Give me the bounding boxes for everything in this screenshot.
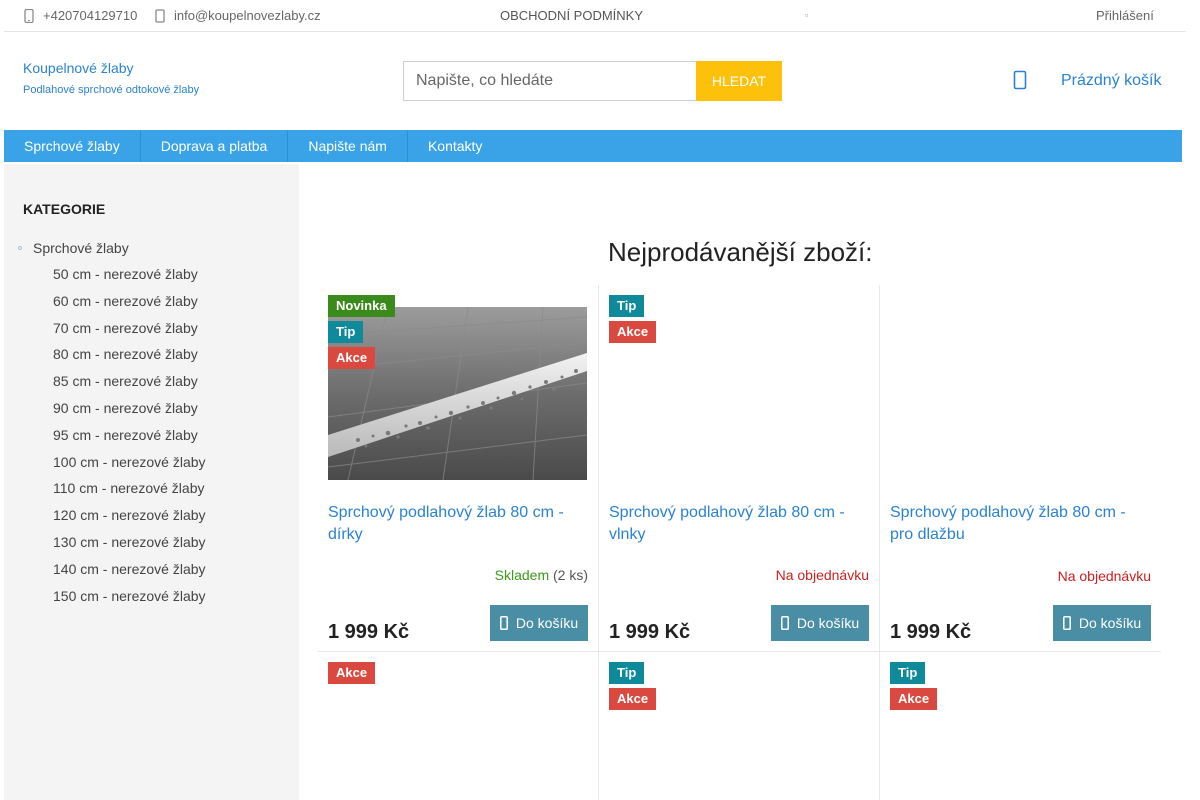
product-card: Akce bbox=[318, 652, 599, 800]
availability: Na objednávku bbox=[1058, 568, 1151, 584]
flag-tip: Tip bbox=[890, 662, 926, 684]
add-to-cart-label: Do košíku bbox=[1078, 615, 1142, 631]
logo-subtitle[interactable]: Podlahové sprchové odtokové žlaby bbox=[23, 84, 199, 96]
product-flags: Novinka Tip Akce bbox=[328, 295, 395, 373]
product-flags: Tip Akce bbox=[609, 295, 657, 347]
availability-status: Skladem bbox=[494, 567, 550, 583]
product-price: 1 999 Kč bbox=[890, 621, 972, 643]
flag-novinka: Novinka bbox=[328, 295, 395, 317]
subcategory-item[interactable]: 150 cm - nerezové žlaby bbox=[53, 586, 206, 613]
subcategory-item[interactable]: 95 cm - nerezové žlaby bbox=[53, 425, 206, 452]
category-main-label: Sprchové žlaby bbox=[33, 240, 129, 256]
product-flags: Tip Akce bbox=[890, 662, 938, 714]
availability-quantity: (2 ks) bbox=[553, 567, 588, 583]
flag-tip: Tip bbox=[609, 662, 645, 684]
terms-link[interactable]: OBCHODNÍ PODMÍNKY bbox=[500, 8, 643, 23]
cart-link[interactable]: Prázdný košík bbox=[1061, 72, 1161, 90]
flag-akce: Akce bbox=[890, 688, 938, 710]
product-flags: Tip Akce bbox=[609, 662, 657, 714]
bullet-icon bbox=[18, 246, 22, 250]
add-to-cart-button[interactable]: Do košíku bbox=[1053, 605, 1151, 641]
product-card: Tip Akce bbox=[880, 652, 1161, 800]
cart-small-icon bbox=[780, 616, 789, 630]
nav-item-doprava-a-platba[interactable]: Doprava a platba bbox=[141, 130, 289, 162]
category-main[interactable]: Sprchové žlaby bbox=[18, 240, 129, 256]
product-card: Novinka Tip Akce Sprchový podlahový žlab… bbox=[318, 285, 599, 651]
flag-tip: Tip bbox=[609, 295, 645, 317]
subcategory-item[interactable]: 50 cm - nerezové žlaby bbox=[53, 264, 206, 291]
subcategory-item[interactable]: 140 cm - nerezové žlaby bbox=[53, 559, 206, 586]
envelope-icon bbox=[155, 8, 165, 23]
sidebar-title: KATEGORIE bbox=[23, 201, 106, 217]
flag-akce: Akce bbox=[609, 321, 657, 343]
main-nav: Sprchové žlaby Doprava a platba Napište … bbox=[4, 130, 1182, 162]
flag-akce: Akce bbox=[609, 688, 657, 710]
email-address: info@koupelnovezlaby.cz bbox=[174, 8, 321, 23]
subcategory-item[interactable]: 130 cm - nerezové žlaby bbox=[53, 532, 206, 559]
phone-link[interactable]: +420704129710 bbox=[23, 8, 137, 23]
flag-akce: Akce bbox=[328, 662, 376, 684]
phone-icon bbox=[24, 8, 34, 23]
product-name-link[interactable]: Sprchový podlahový žlab 80 cm - pro dlaž… bbox=[890, 502, 1145, 546]
cart-icon[interactable] bbox=[1013, 70, 1027, 90]
product-card: Tip Akce bbox=[599, 652, 880, 800]
add-to-cart-label: Do košíku bbox=[796, 615, 860, 631]
add-to-cart-button[interactable]: Do košíku bbox=[771, 605, 869, 641]
subcategory-item[interactable]: 90 cm - nerezové žlaby bbox=[53, 398, 206, 425]
search-input[interactable] bbox=[403, 61, 697, 101]
email-link[interactable]: info@koupelnovezlaby.cz bbox=[154, 8, 321, 23]
subcategory-item[interactable]: 85 cm - nerezové žlaby bbox=[53, 371, 206, 398]
social-icon[interactable]: ▫ bbox=[805, 10, 808, 20]
section-title: Nejprodávanější zboží: bbox=[608, 237, 873, 267]
add-to-cart-label: Do košíku bbox=[515, 615, 579, 631]
product-card: Tip Akce Sprchový podlahový žlab 80 cm -… bbox=[599, 285, 880, 651]
add-to-cart-button[interactable]: Do košíku bbox=[490, 605, 588, 641]
nav-item-sprchove-zlaby[interactable]: Sprchové žlaby bbox=[4, 130, 141, 162]
subcategory-item[interactable]: 120 cm - nerezové žlaby bbox=[53, 505, 206, 532]
subcategory-item[interactable]: 100 cm - nerezové žlaby bbox=[53, 452, 206, 479]
nav-item-kontakty[interactable]: Kontakty bbox=[408, 130, 502, 162]
nav-item-napiste-nam[interactable]: Napište nám bbox=[288, 130, 408, 162]
availability: Skladem (2 ks) bbox=[495, 567, 588, 583]
cart-small-icon bbox=[1062, 616, 1071, 630]
logo-title[interactable]: Koupelnové žlaby bbox=[23, 60, 134, 76]
product-card: Sprchový podlahový žlab 80 cm - pro dlaž… bbox=[880, 285, 1161, 651]
subcategory-list: 50 cm - nerezové žlaby 60 cm - nerezové … bbox=[53, 264, 206, 612]
subcategory-item[interactable]: 60 cm - nerezové žlaby bbox=[53, 291, 206, 318]
search-button[interactable]: HLEDAT bbox=[696, 61, 782, 101]
login-link[interactable]: Přihlášení bbox=[1096, 8, 1154, 23]
flag-akce: Akce bbox=[328, 347, 376, 369]
cart-small-icon bbox=[499, 616, 508, 630]
availability: Na objednávku bbox=[776, 567, 869, 583]
subcategory-item[interactable]: 80 cm - nerezové žlaby bbox=[53, 344, 206, 371]
availability-status: Na objednávku bbox=[1057, 568, 1151, 584]
product-name-link[interactable]: Sprchový podlahový žlab 80 cm - vlnky bbox=[609, 502, 864, 546]
phone-number: +420704129710 bbox=[43, 8, 138, 23]
product-name-link[interactable]: Sprchový podlahový žlab 80 cm - dírky bbox=[328, 502, 583, 546]
availability-status: Na objednávku bbox=[775, 567, 869, 583]
product-price: 1 999 Kč bbox=[609, 621, 691, 643]
category-sidebar: KATEGORIE Sprchové žlaby 50 cm - nerezov… bbox=[4, 164, 299, 800]
subcategory-item[interactable]: 70 cm - nerezové žlaby bbox=[53, 318, 206, 345]
top-bar: +420704129710 info@koupelnovezlaby.cz OB… bbox=[4, 0, 1186, 32]
product-flags: Akce bbox=[328, 662, 376, 688]
subcategory-item[interactable]: 110 cm - nerezové žlaby bbox=[53, 478, 206, 505]
flag-tip: Tip bbox=[328, 321, 364, 343]
product-price: 1 999 Kč bbox=[328, 621, 410, 643]
